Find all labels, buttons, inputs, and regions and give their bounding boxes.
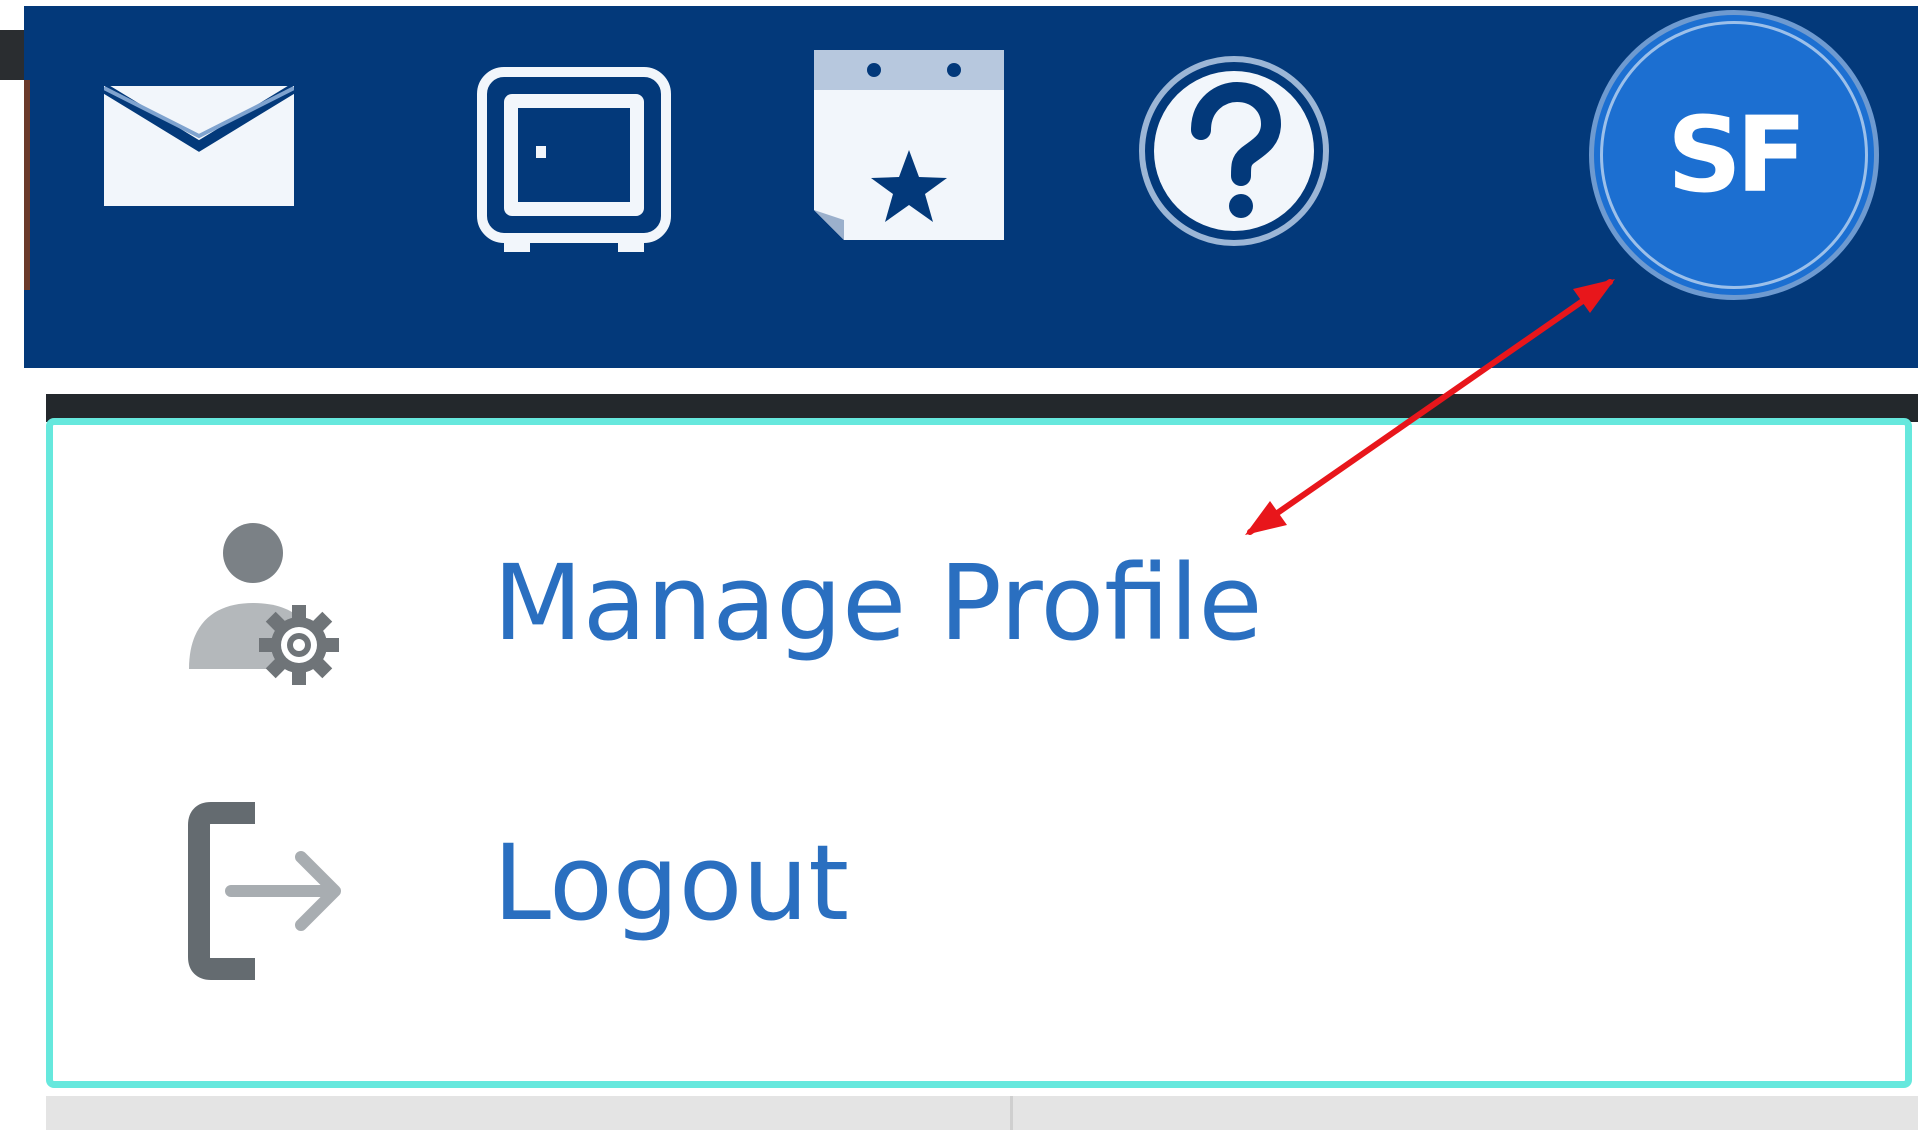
user-dropdown-menu: Manage Profile Logout bbox=[46, 418, 1912, 1088]
user-gear-icon bbox=[183, 509, 353, 699]
menu-item-logout[interactable]: Logout bbox=[53, 775, 1905, 1005]
footer-strip bbox=[46, 1096, 1918, 1130]
left-edge-accent bbox=[24, 80, 30, 290]
page: SF Manage Profile Logout bbox=[0, 0, 1918, 1130]
footer-divider bbox=[1010, 1096, 1013, 1130]
menu-item-label: Logout bbox=[493, 822, 850, 944]
logout-icon bbox=[183, 795, 353, 985]
top-navigation-bar: SF bbox=[24, 6, 1918, 368]
mail-icon[interactable] bbox=[101, 76, 297, 216]
menu-item-manage-profile[interactable]: Manage Profile bbox=[53, 485, 1905, 715]
vault-icon[interactable] bbox=[474, 66, 674, 256]
user-avatar-button[interactable]: SF bbox=[1589, 10, 1879, 300]
help-icon[interactable] bbox=[1129, 46, 1339, 256]
avatar-initials: SF bbox=[1667, 94, 1807, 216]
calendar-star-icon[interactable] bbox=[784, 42, 1014, 252]
menu-item-label: Manage Profile bbox=[493, 542, 1263, 664]
